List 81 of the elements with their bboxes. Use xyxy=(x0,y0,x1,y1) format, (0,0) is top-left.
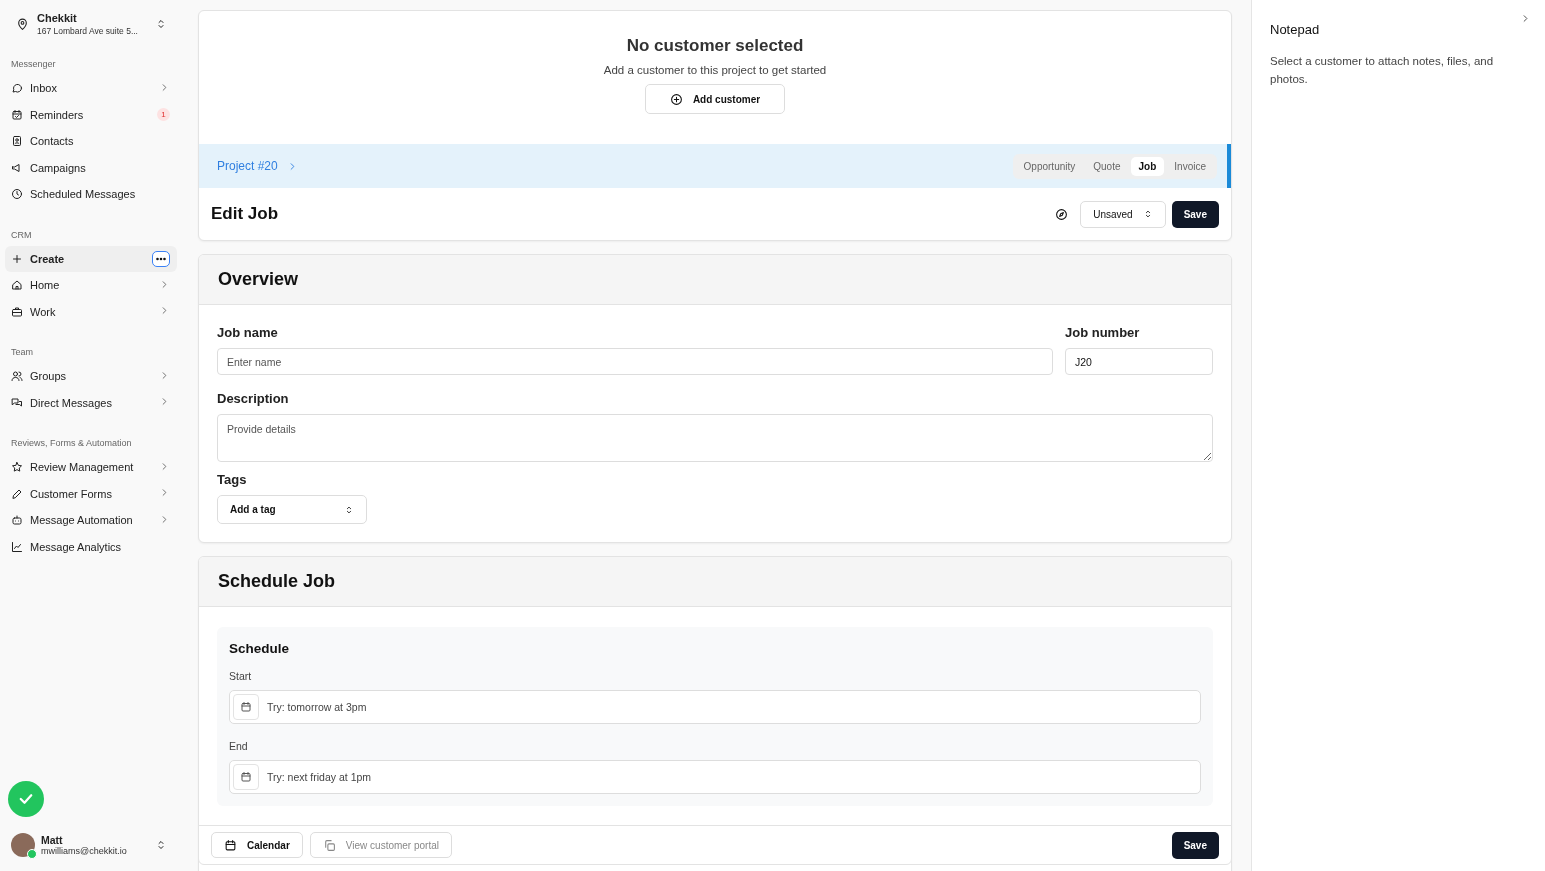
breadcrumb-link[interactable]: Project #20 xyxy=(217,159,278,173)
field-label: End xyxy=(229,740,249,752)
home-icon xyxy=(11,279,23,292)
location-name: Chekkit xyxy=(37,12,78,24)
section-heading: CRM xyxy=(10,229,33,240)
panel-title: Schedule xyxy=(229,641,291,656)
status-dropdown[interactable]: Unsaved xyxy=(1080,200,1166,228)
plus-circle-icon xyxy=(669,92,683,106)
sidebar-item[interactable]: Campaigns xyxy=(5,154,177,181)
field-label: Tags xyxy=(217,472,248,487)
robot-icon xyxy=(11,514,23,527)
panel-title: Notepad xyxy=(1270,22,1321,37)
sidebar-item[interactable]: Scheduled Messages xyxy=(5,181,177,208)
field-label: Description xyxy=(217,391,290,406)
save-button[interactable]: Save xyxy=(1171,200,1219,228)
sidebar-item[interactable]: Reminders 1 xyxy=(5,101,177,128)
date-field[interactable]: Try: tomorrow at 3pm xyxy=(229,690,1201,724)
section-header: Schedule Job xyxy=(199,557,1231,607)
calendar-button[interactable] xyxy=(233,764,259,790)
megaphone-icon xyxy=(11,161,23,174)
tag-dropdown[interactable]: Add a tag xyxy=(217,495,367,524)
chat-bubble-icon xyxy=(11,82,23,95)
section-heading: Team xyxy=(10,347,34,357)
briefcase-icon xyxy=(11,305,23,318)
plus-icon xyxy=(11,252,23,265)
section-heading: Reviews, Forms & Automation xyxy=(10,438,133,448)
field-label: Job name xyxy=(217,325,279,340)
section-heading: Messenger xyxy=(10,59,57,69)
notepad-text: Select a customer to attach notes, files, and photos. xyxy=(1270,54,1495,87)
location-pin-icon xyxy=(16,17,29,31)
stage-tab[interactable]: Invoice xyxy=(1166,156,1214,176)
user-email: mwilliams@chekkit.io xyxy=(41,846,128,856)
compass-icon xyxy=(1055,207,1069,221)
sidebar-item[interactable]: Work xyxy=(5,298,177,325)
up-down-icon xyxy=(155,839,167,851)
sidebar-item[interactable]: Direct Messages xyxy=(5,389,177,416)
calendar-check-icon xyxy=(11,108,23,121)
sidebar-item[interactable]: Groups xyxy=(5,363,177,390)
sidebar-item[interactable]: Contacts xyxy=(5,128,177,155)
stage-tab[interactable]: Opportunity xyxy=(1015,156,1084,176)
stage-tab[interactable]: Quote xyxy=(1085,156,1129,176)
save-button[interactable]: Save xyxy=(1171,831,1219,859)
pencil-icon xyxy=(11,487,23,500)
chat-bubbles-icon xyxy=(11,396,23,409)
empty-state-text: Add a customer to this project to get started xyxy=(603,64,827,76)
copy-icon xyxy=(322,838,336,852)
users-icon xyxy=(11,370,23,383)
star-icon xyxy=(11,461,23,474)
stage-tab[interactable]: Job xyxy=(1130,156,1165,176)
add-customer-button[interactable]: Add customer xyxy=(644,84,786,114)
empty-state-title: No customer selected xyxy=(626,36,804,56)
sidebar-item[interactable]: Create xyxy=(5,245,177,272)
calendar-icon xyxy=(240,701,252,713)
job-name-field[interactable]: Enter name xyxy=(217,348,1053,375)
more-button[interactable] xyxy=(152,250,170,267)
sidebar-item[interactable]: Inbox xyxy=(5,75,177,102)
page-title: Edit Job xyxy=(211,204,280,224)
field-label: Start xyxy=(229,670,253,682)
sidebar-item[interactable]: Home xyxy=(5,272,177,299)
up-down-icon xyxy=(344,504,354,515)
chevron-right-icon xyxy=(1520,13,1531,24)
sidebar-item[interactable]: Customer Forms xyxy=(5,480,177,507)
calendar-icon xyxy=(240,771,252,783)
sidebar-item[interactable]: Review Management xyxy=(5,454,177,481)
sidebar-item[interactable]: Message Analytics xyxy=(5,533,177,560)
date-field[interactable]: Try: next friday at 1pm xyxy=(229,760,1201,794)
line-chart-icon xyxy=(11,540,23,553)
field-label: Job number xyxy=(1065,325,1141,340)
user-name: Matt xyxy=(41,834,64,846)
description-field[interactable]: Provide details xyxy=(217,414,1213,462)
location-address: 167 Lombard Ave suite 5... xyxy=(37,26,139,36)
sidebar-item[interactable]: Message Automation xyxy=(5,507,177,534)
up-down-icon xyxy=(155,18,167,30)
job-number-field[interactable]: J20 xyxy=(1065,348,1213,375)
calendar-icon xyxy=(224,838,237,852)
clock-icon xyxy=(11,188,23,201)
count-badge: 1 xyxy=(157,108,170,122)
contact-card-icon xyxy=(11,135,23,148)
section-header: Overview xyxy=(199,255,1231,305)
calendar-button[interactable]: Calendar xyxy=(211,832,303,858)
calendar-button[interactable] xyxy=(233,694,259,720)
